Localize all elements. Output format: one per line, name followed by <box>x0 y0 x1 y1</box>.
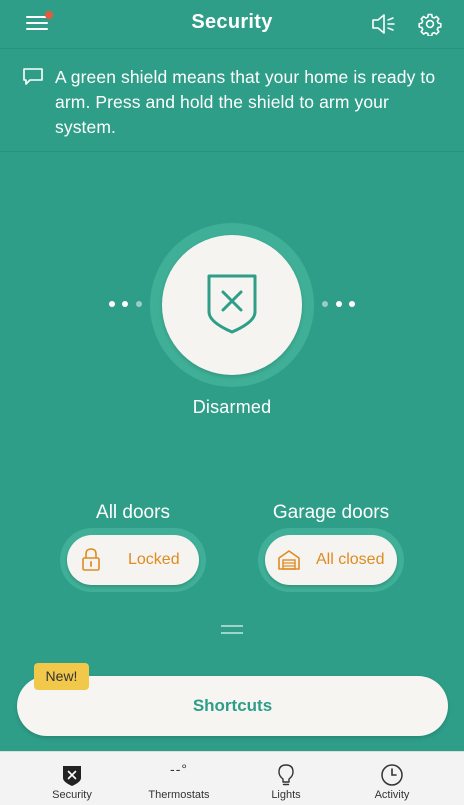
progress-dot <box>109 301 115 307</box>
clock-icon <box>380 763 404 787</box>
lightbulb-icon <box>277 763 295 787</box>
progress-dot <box>336 301 342 307</box>
speaker-muted-icon[interactable] <box>370 12 398 36</box>
tab-label: Activity <box>374 789 410 801</box>
lock-icon <box>81 547 101 573</box>
tab-label: Security <box>52 789 92 801</box>
tab-activity[interactable]: Activity <box>334 752 450 805</box>
garage-icon <box>277 549 301 571</box>
progress-dot <box>136 301 142 307</box>
settings-gear-icon[interactable] <box>418 12 442 37</box>
tab-thermostats[interactable]: --° Thermostats <box>121 752 237 805</box>
drag-handle[interactable] <box>221 625 243 627</box>
tab-lights[interactable]: Lights <box>228 752 344 805</box>
garage-doors-status: All closed <box>316 551 385 568</box>
progress-dot <box>122 301 128 307</box>
bottom-tab-bar: Security --° Thermostats Lights Activity <box>0 751 464 805</box>
all-doors-status: Locked <box>128 551 180 568</box>
all-doors-label: All doors <box>96 502 170 523</box>
progress-dot <box>322 301 328 307</box>
shield-x-icon <box>205 272 259 336</box>
chat-bubble-icon <box>22 67 44 87</box>
arm-state-label: Disarmed <box>192 397 272 417</box>
drag-handle-line <box>221 632 243 634</box>
shield-icon <box>62 765 82 787</box>
garage-doors-label: Garage doors <box>272 502 390 523</box>
banner-message: A green shield means that your home is r… <box>55 67 436 137</box>
progress-dot <box>349 301 355 307</box>
new-badge: New! <box>34 663 89 690</box>
thermostat-icon: --° <box>170 761 188 777</box>
tab-security[interactable]: Security <box>14 752 130 805</box>
tab-label: Lights <box>271 789 301 801</box>
tab-label: Thermostats <box>148 789 210 801</box>
